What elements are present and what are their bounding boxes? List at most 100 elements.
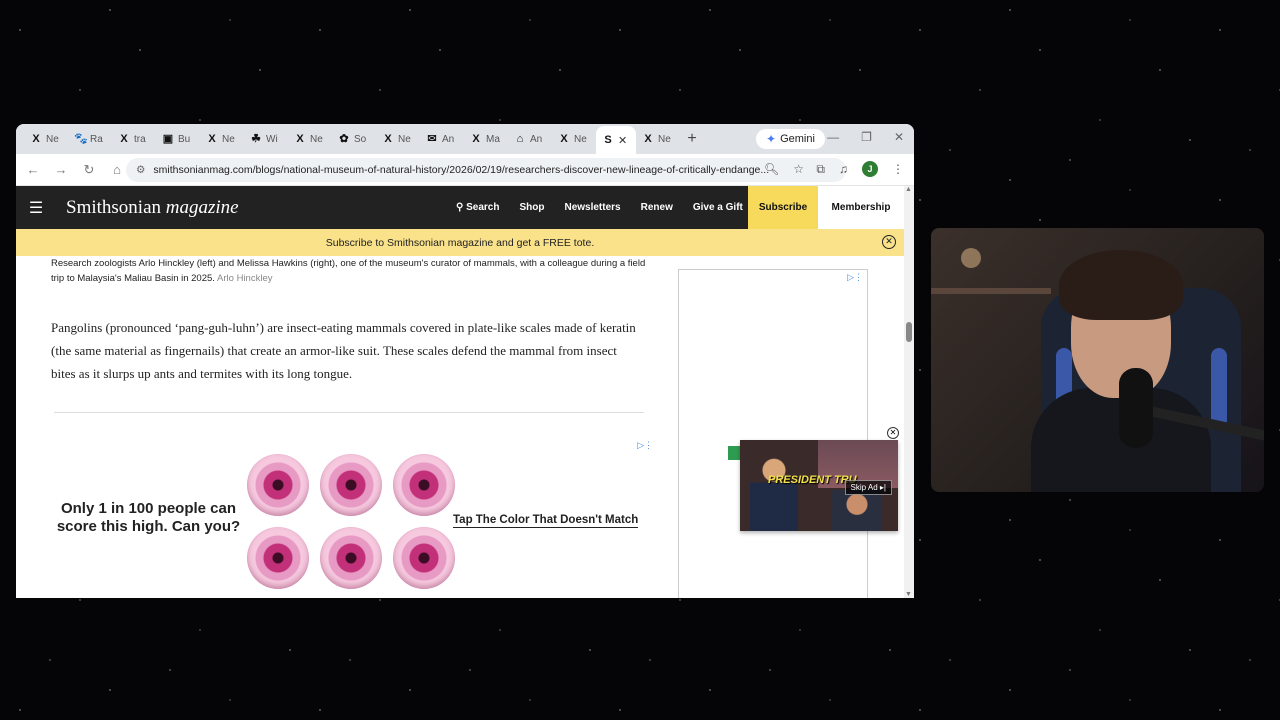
caption-credit: Arlo Hinckley xyxy=(217,273,273,284)
ad-eye-option[interactable] xyxy=(247,454,309,516)
background-shelf xyxy=(931,288,1051,294)
address-bar[interactable]: ⚙ smithsonianmag.com/blogs/national-muse… xyxy=(126,158,846,182)
x-logo-icon: X xyxy=(32,133,40,145)
tab-label: Ne xyxy=(398,133,411,145)
browser-tab[interactable]: X Ne xyxy=(552,127,596,151)
browser-tab[interactable]: X Ne xyxy=(376,127,420,151)
media-controls-icon[interactable]: ♫ xyxy=(839,162,848,176)
tab-label: Wi xyxy=(266,133,278,145)
tab-label: Ne xyxy=(310,133,323,145)
membership-button[interactable]: Membership xyxy=(818,186,904,229)
tab-label: So xyxy=(354,133,367,145)
nav-search[interactable]: ⚲ Search xyxy=(456,202,499,213)
nav-search-label: Search xyxy=(466,202,500,213)
toolbar-right: ⧉ ♫ J ⋮ xyxy=(816,161,904,177)
video-ad-player[interactable]: PRESIDENT TRU Skip Ad ▸| xyxy=(740,440,898,531)
scroll-down-icon[interactable]: ▼ xyxy=(905,591,912,598)
site-header: ☰ Smithsonian magazine ⚲ Search Shop New… xyxy=(16,186,904,229)
new-tab-button[interactable]: + xyxy=(680,130,704,148)
close-window-button[interactable]: ✕ xyxy=(894,130,904,144)
restore-button[interactable]: ❐ xyxy=(861,130,872,144)
browser-tab[interactable]: X Ne xyxy=(288,127,332,151)
minimize-button[interactable]: — xyxy=(827,130,839,144)
browser-tab[interactable]: X Ne xyxy=(24,127,68,151)
nav-newsletters[interactable]: Newsletters xyxy=(564,202,620,213)
profile-avatar[interactable]: J xyxy=(862,161,878,177)
zoom-search-icon[interactable]: 🔍︎ xyxy=(764,162,779,176)
promo-banner[interactable]: Subscribe to Smithsonian magazine and ge… xyxy=(16,229,904,256)
bookmark-app-icon: ▣ xyxy=(162,133,174,145)
nav-shop[interactable]: Shop xyxy=(519,202,544,213)
sidebar-ad[interactable]: ▷⋮ xyxy=(678,269,868,598)
tab-label: Bu xyxy=(178,133,191,145)
browser-tab[interactable]: ▣ Bu xyxy=(156,127,200,151)
logo-italic-text: magazine xyxy=(165,196,239,218)
tab-label: Ne xyxy=(574,133,587,145)
hamburger-menu-icon[interactable]: ☰ xyxy=(16,198,56,218)
logo-main-text: Smithsonian xyxy=(66,196,162,218)
browser-tab[interactable]: Xtra xyxy=(112,127,156,151)
inline-ad[interactable]: ▷⋮ Only 1 in 100 people can score this h… xyxy=(51,440,653,590)
video-figure xyxy=(832,490,882,531)
reload-icon[interactable]: ↻ xyxy=(82,162,96,178)
home-icon[interactable]: ⌂ xyxy=(110,162,124,177)
site-info-icon[interactable]: ⚙ xyxy=(136,164,145,176)
x-logo-icon: X xyxy=(296,133,304,145)
microphone xyxy=(1119,368,1153,448)
browser-toolbar: ← → ↻ ⌂ ⚙ smithsonianmag.com/blogs/natio… xyxy=(16,154,914,186)
background-light xyxy=(961,248,981,268)
skip-ad-button[interactable]: Skip Ad ▸| xyxy=(844,480,892,495)
x-logo-icon: X xyxy=(120,133,128,145)
smithsonian-icon: S xyxy=(604,134,612,146)
close-icon[interactable]: ✕ xyxy=(882,235,896,249)
close-tab-icon[interactable]: ✕ xyxy=(618,134,627,147)
tab-strip: X Ne 🐾 Ra Xtra ▣ Bu X Ne ☘ Wi X Ne ✿ So X Ne ✉ An X Ma ⌂ An X Ne… xyxy=(24,124,704,154)
browser-tab[interactable]: ⌂ An xyxy=(508,127,552,151)
menu-kebab-icon[interactable]: ⋮ xyxy=(892,162,904,176)
video-figure xyxy=(750,450,798,531)
url-text: smithsonianmag.com/blogs/national-museum… xyxy=(153,164,770,176)
ad-choices-icon[interactable]: ▷⋮ xyxy=(847,272,863,283)
tab-label: Ma xyxy=(486,133,500,145)
video-ad-tag xyxy=(728,446,740,460)
site-logo[interactable]: Smithsonian magazine xyxy=(66,197,239,219)
browser-tab[interactable]: 🐾 Ra xyxy=(68,127,112,151)
tab-label: tra xyxy=(134,133,146,145)
close-icon[interactable]: ✕ xyxy=(887,427,899,439)
lens-icon[interactable]: ⧉ xyxy=(816,162,825,177)
ad-headline: Only 1 in 100 people can score this high… xyxy=(56,500,241,535)
scroll-up-icon[interactable]: ▲ xyxy=(905,186,912,193)
gemini-button[interactable]: ✦ Gemini xyxy=(756,129,825,149)
tab-bar: X Ne 🐾 Ra Xtra ▣ Bu X Ne ☘ Wi X Ne ✿ So X Ne ✉ An X Ma ⌂ An X Ne… xyxy=(16,124,914,154)
ad-eye-option[interactable] xyxy=(320,454,382,516)
browser-tab-active[interactable]: S ✕ xyxy=(596,126,636,154)
back-icon[interactable]: ← xyxy=(26,162,40,177)
browser-window: X Ne 🐾 Ra Xtra ▣ Bu X Ne ☘ Wi X Ne ✿ So X Ne ✉ An X Ma ⌂ An X Ne… xyxy=(16,124,914,598)
subscribe-button[interactable]: Subscribe xyxy=(748,186,818,229)
source-icon: ✿ xyxy=(339,133,349,145)
page-scrollbar[interactable]: ▲ ▼ xyxy=(904,186,914,598)
scroll-thumb[interactable] xyxy=(906,322,912,342)
ad-choices-icon[interactable]: ▷⋮ xyxy=(637,440,653,451)
ad-eye-option[interactable] xyxy=(320,527,382,589)
ad-eye-option[interactable] xyxy=(247,527,309,589)
ad-cta-link[interactable]: Tap The Color That Doesn't Match xyxy=(453,514,639,528)
ad-eye-option[interactable] xyxy=(393,454,455,516)
mail-icon: ✉ xyxy=(427,133,437,145)
gemini-label: Gemini xyxy=(780,133,815,145)
nav-renew[interactable]: Renew xyxy=(641,202,673,213)
forward-icon[interactable]: → xyxy=(54,162,68,177)
x-logo-icon: X xyxy=(472,133,480,145)
tab-label: Ne xyxy=(222,133,235,145)
browser-tab[interactable]: ✿ So xyxy=(332,127,376,151)
browser-tab[interactable]: X Ne xyxy=(200,127,244,151)
ad-eye-option[interactable] xyxy=(393,527,455,589)
browser-tab[interactable]: ✉ An xyxy=(420,127,464,151)
nav-give-gift[interactable]: Give a Gift xyxy=(693,202,743,213)
browser-tab[interactable]: X Ma xyxy=(464,127,508,151)
video-headline: PRESIDENT TRU xyxy=(768,474,857,486)
window-controls: — ❐ ✕ xyxy=(827,130,904,144)
browser-tab[interactable]: X Ne xyxy=(636,127,680,151)
browser-tab[interactable]: ☘ Wi xyxy=(244,127,288,151)
bookmark-star-icon[interactable]: ☆ xyxy=(793,162,804,176)
